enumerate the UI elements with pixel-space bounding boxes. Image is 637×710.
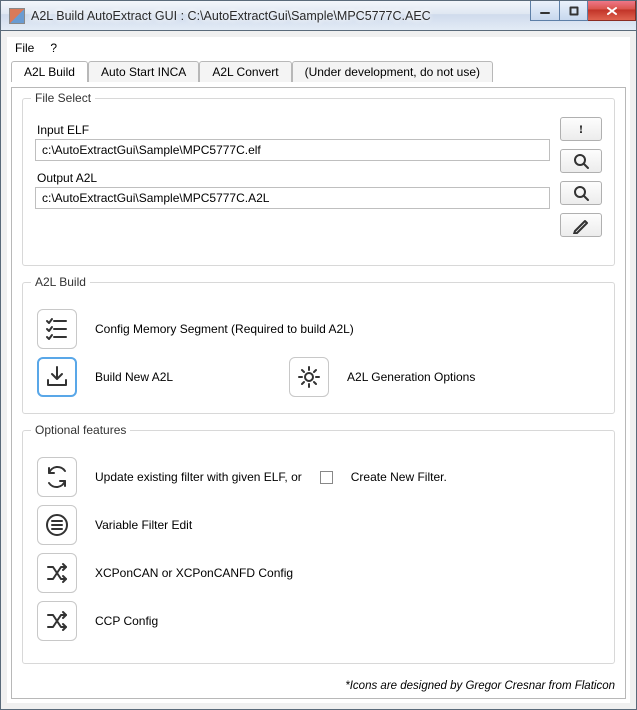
edit-output-button[interactable]: [560, 213, 602, 237]
legend-file-select: File Select: [31, 91, 95, 105]
app-icon: [9, 8, 25, 24]
update-filter-label-pre: Update existing filter with given ELF, o…: [95, 470, 302, 484]
xcp-config-label: XCPonCAN or XCPonCANFD Config: [95, 566, 293, 580]
update-filter-button[interactable]: [37, 457, 77, 497]
generation-options-button[interactable]: [289, 357, 329, 397]
ccp-config-button[interactable]: [37, 601, 77, 641]
config-memory-label: Config Memory Segment (Required to build…: [95, 322, 354, 336]
maximize-button[interactable]: [560, 1, 588, 21]
create-new-filter-label: Create New Filter.: [351, 470, 447, 484]
download-tray-icon: [44, 364, 70, 390]
shuffle-icon: [44, 608, 70, 634]
label-output-a2l: Output A2L: [37, 171, 550, 185]
variable-filter-edit-button[interactable]: [37, 505, 77, 545]
pencil-icon: [572, 216, 590, 234]
client-area: File ? A2L Build Auto Start INCA A2L Con…: [7, 37, 630, 703]
build-new-a2l-button[interactable]: [37, 357, 77, 397]
minimize-icon: [540, 6, 550, 16]
gear-icon: [296, 364, 322, 390]
legend-a2l-build: A2L Build: [31, 275, 90, 289]
output-a2l-field[interactable]: [35, 187, 550, 209]
file-select-right-column: !: [560, 117, 602, 237]
maximize-icon: [569, 6, 579, 16]
variable-filter-edit-label: Variable Filter Edit: [95, 518, 192, 532]
checklist-icon: [44, 316, 70, 342]
xcp-config-button[interactable]: [37, 553, 77, 593]
minimize-button[interactable]: [530, 1, 560, 21]
config-memory-button[interactable]: [37, 309, 77, 349]
build-new-a2l-label: Build New A2L: [95, 370, 173, 384]
tab-page-a2l-build: File Select Input ELF Output A2L !: [11, 87, 626, 699]
input-elf-field[interactable]: [35, 139, 550, 161]
groupbox-optional: Optional features Update existing filter…: [22, 430, 615, 664]
shuffle-icon: [44, 560, 70, 586]
search-icon: [572, 152, 590, 170]
footer-credit: *Icons are designed by Gregor Cresnar fr…: [345, 680, 615, 692]
close-button[interactable]: [588, 1, 636, 21]
browse-input-elf-button[interactable]: [560, 149, 602, 173]
exclaim-button[interactable]: !: [560, 117, 602, 141]
browse-output-a2l-button[interactable]: [560, 181, 602, 205]
menu-help[interactable]: ?: [50, 41, 57, 55]
menubar: File ?: [7, 37, 630, 59]
tab-a2l-convert[interactable]: A2L Convert: [199, 61, 291, 82]
list-circle-icon: [44, 512, 70, 538]
titlebar: A2L Build AutoExtract GUI : C:\AutoExtra…: [0, 0, 637, 30]
window-title: A2L Build AutoExtract GUI : C:\AutoExtra…: [31, 9, 431, 23]
refresh-icon: [44, 464, 70, 490]
tab-under-dev[interactable]: (Under development, do not use): [292, 61, 493, 82]
tab-a2l-build[interactable]: A2L Build: [11, 61, 88, 82]
tabstrip: A2L Build Auto Start INCA A2L Convert (U…: [7, 59, 630, 81]
window-buttons: [530, 1, 636, 21]
legend-optional: Optional features: [31, 423, 130, 437]
close-icon: [606, 6, 618, 16]
generation-options-label: A2L Generation Options: [347, 370, 475, 384]
window-frame: File ? A2L Build Auto Start INCA A2L Con…: [0, 30, 637, 710]
create-new-filter-checkbox[interactable]: [320, 471, 333, 484]
menu-file[interactable]: File: [15, 41, 34, 55]
tab-auto-start-inca[interactable]: Auto Start INCA: [88, 61, 199, 82]
groupbox-a2l-build: A2L Build Config Memory Segment (Require…: [22, 282, 615, 414]
label-input-elf: Input ELF: [37, 123, 550, 137]
search-icon: [572, 184, 590, 202]
groupbox-file-select: File Select Input ELF Output A2L !: [22, 98, 615, 266]
ccp-config-label: CCP Config: [95, 614, 158, 628]
exclaim-icon: !: [579, 122, 583, 137]
